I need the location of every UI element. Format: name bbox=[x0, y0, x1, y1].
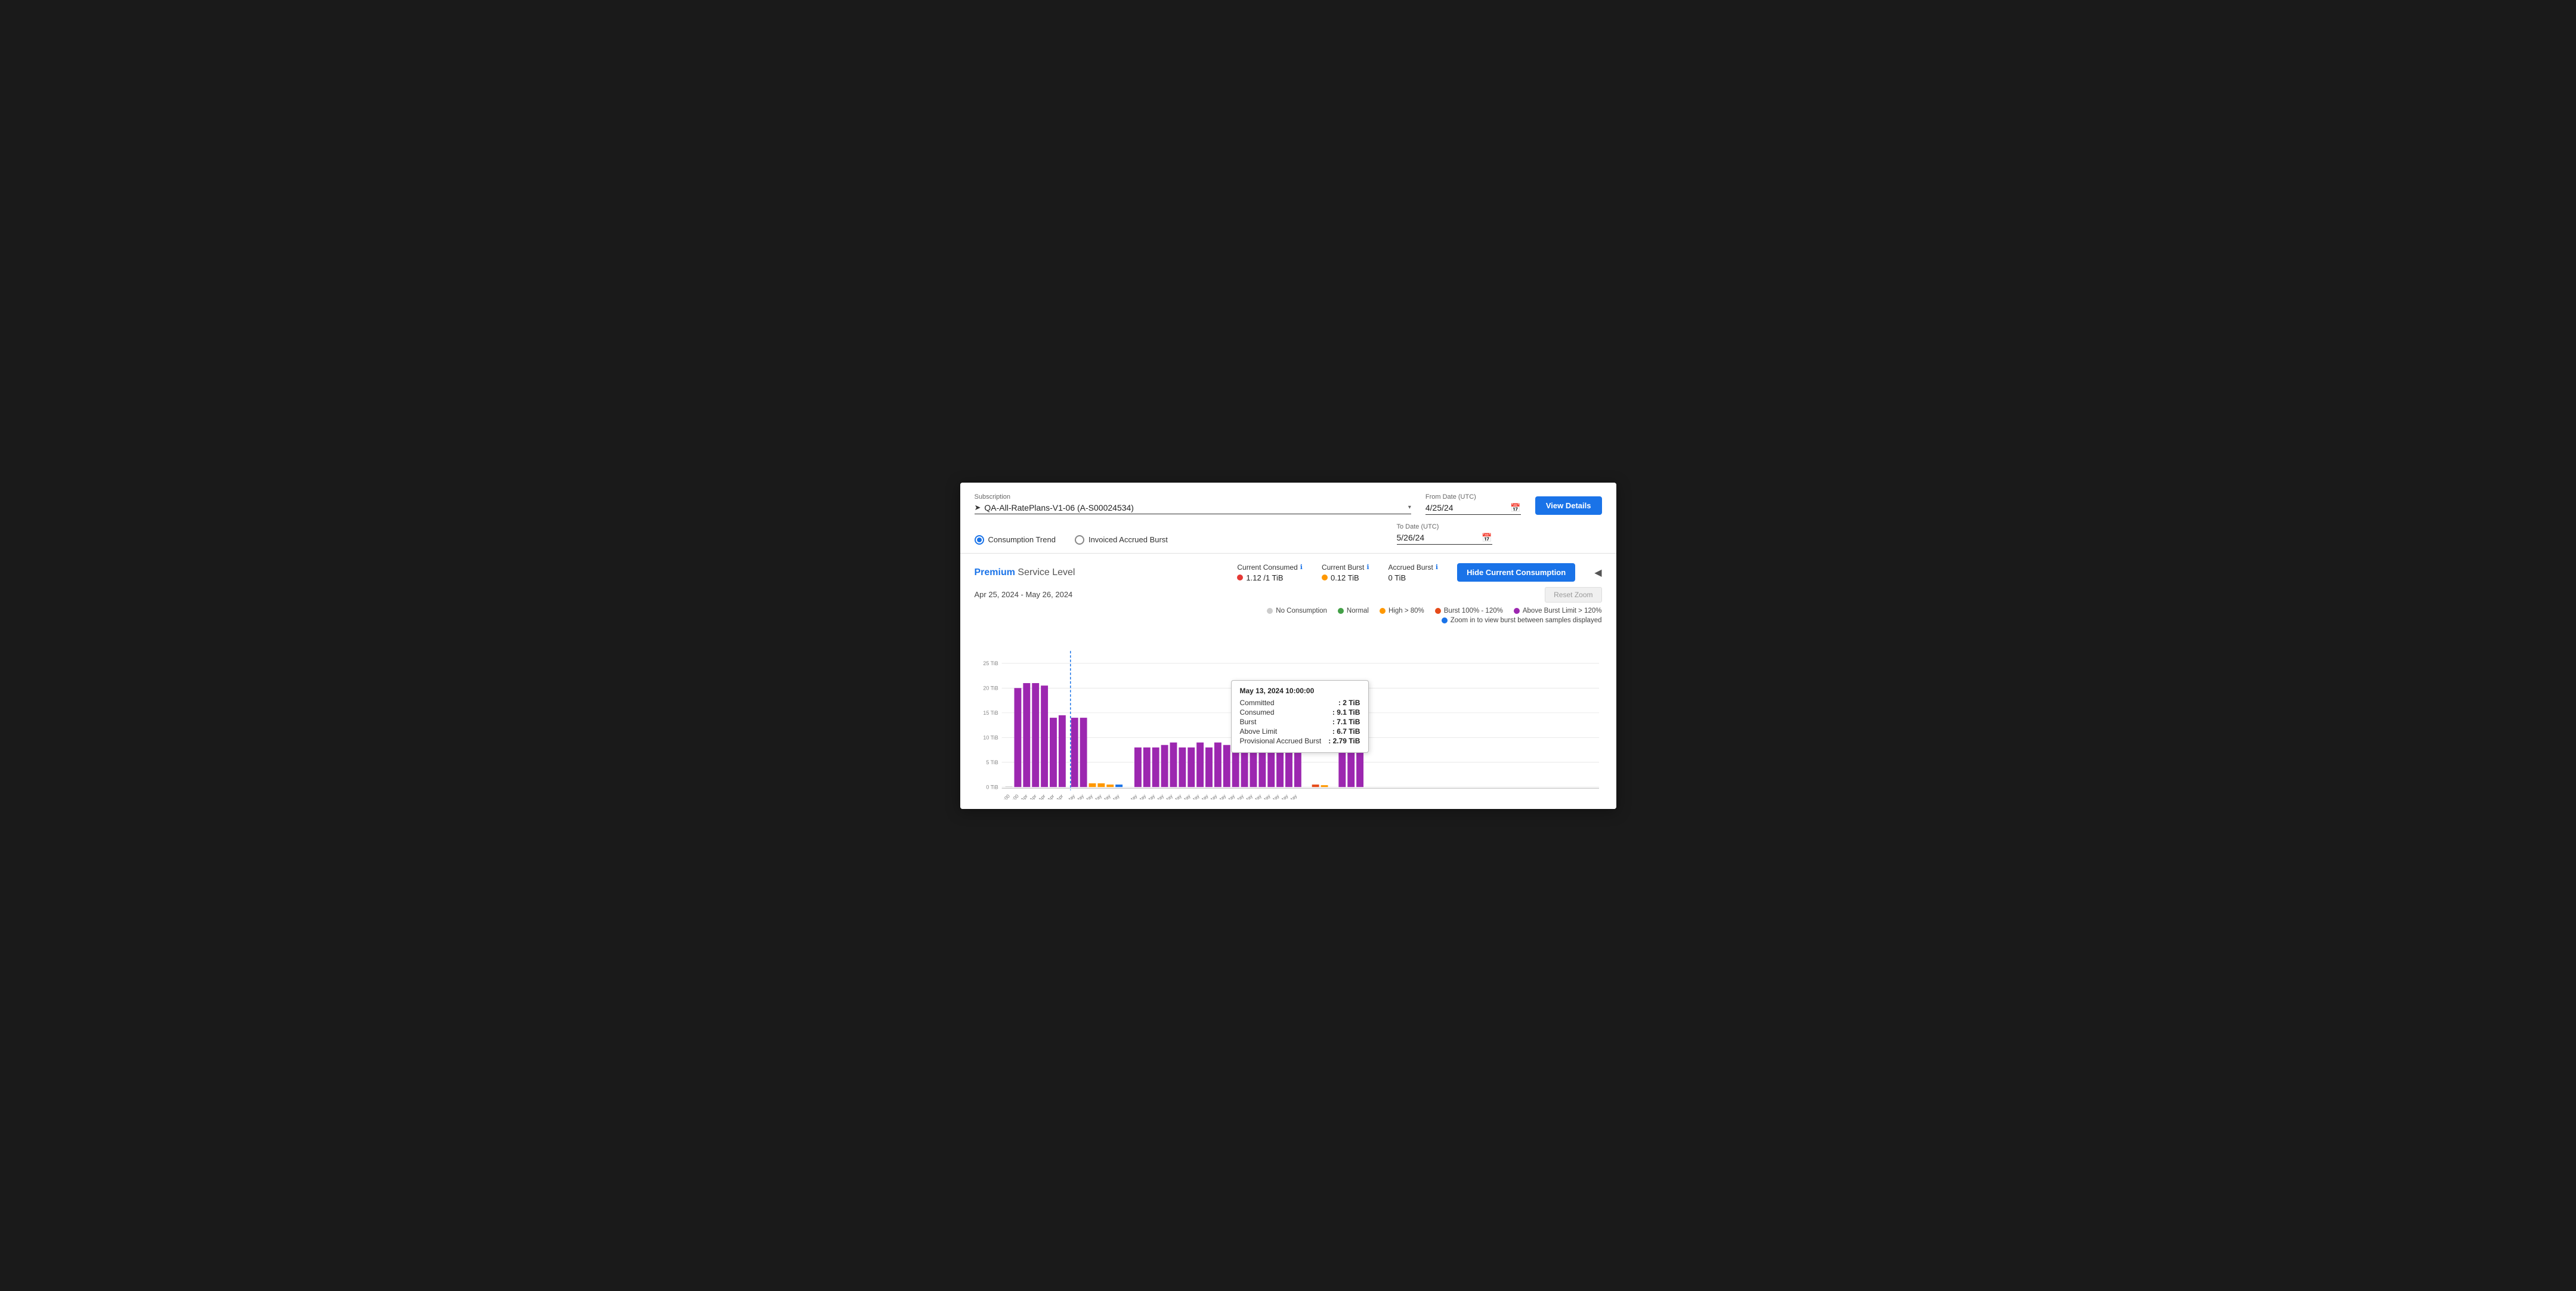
to-date-value: 5/26/24 bbox=[1397, 533, 1479, 542]
current-consumed-info-icon[interactable]: ℹ bbox=[1300, 563, 1303, 571]
legend-dot-green bbox=[1338, 608, 1344, 614]
legend-no-consumption-label: No Consumption bbox=[1276, 607, 1327, 614]
legend-high: High > 80% bbox=[1380, 607, 1424, 614]
legend-dot-orange bbox=[1380, 608, 1386, 614]
svg-text:20 TiB: 20 TiB bbox=[983, 685, 998, 691]
date-range-row: Apr 25, 2024 - May 26, 2024 Reset Zoom bbox=[975, 587, 1602, 603]
svg-text:5 TiB: 5 TiB bbox=[986, 759, 998, 765]
premium-label: Premium bbox=[975, 567, 1015, 577]
chart-svg: 0 TiB 5 TiB 10 TiB 15 TiB 20 TiB 25 TiB bbox=[975, 632, 1602, 799]
current-burst-info-icon[interactable]: ℹ bbox=[1366, 563, 1369, 571]
stat-accrued-burst: Accrued Burst ℹ 0 TiB bbox=[1388, 563, 1439, 582]
stat-current-burst: Current Burst ℹ 0.12 TiB bbox=[1322, 563, 1369, 582]
subscription-group: Subscription ➤ ▾ bbox=[975, 493, 1411, 514]
service-level-title: Premium Service Level bbox=[975, 567, 1075, 578]
legend-above-burst-label: Above Burst Limit > 120% bbox=[1523, 607, 1602, 614]
stats-row: Current Consumed ℹ 1.12 /1 TiB Current B… bbox=[1237, 563, 1601, 582]
from-date-value: 4/25/24 bbox=[1425, 503, 1507, 512]
view-details-button[interactable]: View Details bbox=[1535, 496, 1602, 515]
dropdown-chevron-icon[interactable]: ▾ bbox=[1408, 504, 1411, 511]
legend-above-burst: Above Burst Limit > 120% bbox=[1514, 607, 1602, 614]
to-date-group: To Date (UTC) 5/26/24 📅 bbox=[1397, 523, 1492, 553]
legend-container: No Consumption Normal High > 80% Burst 1… bbox=[975, 607, 1602, 629]
legend-dot-darkorange bbox=[1435, 608, 1441, 614]
svg-text:08 May: 08 May bbox=[1123, 793, 1138, 799]
radio-consumption-trend-label: Consumption Trend bbox=[988, 535, 1056, 544]
legend-high-label: High > 80% bbox=[1388, 607, 1424, 614]
date-range-text: Apr 25, 2024 - May 26, 2024 bbox=[975, 590, 1073, 599]
from-date-input-wrapper: 4/25/24 📅 bbox=[1425, 503, 1521, 515]
reset-zoom-button[interactable]: Reset Zoom bbox=[1545, 587, 1601, 603]
radio-consumption-trend[interactable]: Consumption Trend bbox=[975, 535, 1056, 545]
stat-accrued-burst-value: 0 TiB bbox=[1388, 573, 1406, 582]
legend-zoom-text: Zoom in to view burst between samples di… bbox=[1451, 617, 1602, 624]
to-date-calendar-icon[interactable]: 📅 bbox=[1482, 533, 1492, 543]
stat-current-consumed: Current Consumed ℹ 1.12 /1 TiB bbox=[1237, 563, 1303, 582]
svg-text:15 TiB: 15 TiB bbox=[983, 709, 998, 715]
chart-area[interactable]: 0 TiB 5 TiB 10 TiB 15 TiB 20 TiB 25 TiB bbox=[975, 632, 1602, 799]
stat-current-consumed-label: Current Consumed ℹ bbox=[1237, 563, 1303, 572]
form-row-2: Consumption Trend Invoiced Accrued Burst… bbox=[975, 523, 1602, 553]
radio-invoiced-accrued-burst[interactable]: Invoiced Accrued Burst bbox=[1075, 535, 1168, 545]
radio-row: Consumption Trend Invoiced Accrued Burst bbox=[975, 535, 1383, 553]
radio-consumption-trend-circle bbox=[975, 535, 984, 545]
legend-burst: Burst 100% - 120% bbox=[1435, 607, 1503, 614]
to-date-label: To Date (UTC) bbox=[1397, 523, 1492, 530]
subscription-input-wrapper: ➤ ▾ bbox=[975, 503, 1411, 514]
legend-row: No Consumption Normal High > 80% Burst 1… bbox=[1267, 607, 1601, 614]
legend-zoom-hint: Zoom in to view burst between samples di… bbox=[1442, 617, 1602, 624]
chart-header: Premium Service Level Current Consumed ℹ… bbox=[975, 563, 1602, 582]
form-row-1: Subscription ➤ ▾ From Date (UTC) 4/25/24… bbox=[975, 493, 1602, 515]
legend-dot-purple bbox=[1514, 608, 1520, 614]
legend-dot-blue bbox=[1442, 617, 1448, 623]
from-date-group: From Date (UTC) 4/25/24 📅 bbox=[1425, 493, 1521, 515]
stat-accrued-burst-label: Accrued Burst ℹ bbox=[1388, 563, 1439, 572]
svg-text:25 TiB: 25 TiB bbox=[983, 660, 998, 666]
stat-current-burst-value: 0.12 TiB bbox=[1322, 573, 1359, 582]
legend-burst-label: Burst 100% - 120% bbox=[1444, 607, 1503, 614]
stat-current-consumed-value: 1.12 /1 TiB bbox=[1237, 573, 1283, 582]
current-burst-dot bbox=[1322, 575, 1328, 580]
svg-text:10 TiB: 10 TiB bbox=[983, 734, 998, 740]
chart-section: Premium Service Level Current Consumed ℹ… bbox=[960, 554, 1616, 809]
from-date-calendar-icon[interactable]: 📅 bbox=[1510, 503, 1520, 513]
subscription-arrow-icon: ➤ bbox=[975, 503, 981, 512]
legend-normal: Normal bbox=[1338, 607, 1369, 614]
legend-no-consumption: No Consumption bbox=[1267, 607, 1327, 614]
top-section: Subscription ➤ ▾ From Date (UTC) 4/25/24… bbox=[960, 483, 1616, 554]
main-card: Subscription ➤ ▾ From Date (UTC) 4/25/24… bbox=[960, 483, 1616, 809]
legend-normal-label: Normal bbox=[1347, 607, 1369, 614]
accrued-burst-info-icon[interactable]: ℹ bbox=[1436, 563, 1438, 571]
to-date-input-wrapper: 5/26/24 📅 bbox=[1397, 533, 1492, 545]
service-level-text: Service Level bbox=[1018, 567, 1075, 577]
legend-dot-gray bbox=[1267, 608, 1273, 614]
radio-invoiced-accrued-burst-label: Invoiced Accrued Burst bbox=[1088, 535, 1168, 544]
svg-text:01 May: 01 May bbox=[1061, 793, 1076, 799]
radio-invoiced-accrued-burst-circle bbox=[1075, 535, 1084, 545]
from-date-label: From Date (UTC) bbox=[1425, 493, 1521, 501]
stat-current-burst-label: Current Burst ℹ bbox=[1322, 563, 1369, 572]
hide-current-consumption-button[interactable]: Hide Current Consumption bbox=[1457, 563, 1575, 582]
svg-text:0 TiB: 0 TiB bbox=[986, 784, 998, 790]
subscription-input[interactable] bbox=[984, 503, 1404, 512]
hide-btn-arrow-icon: ◀ bbox=[1594, 567, 1601, 579]
current-consumed-dot bbox=[1237, 575, 1243, 580]
svg-text:25 Apr 00:00: 25 Apr 00:00 bbox=[988, 793, 1010, 799]
subscription-label: Subscription bbox=[975, 493, 1411, 501]
